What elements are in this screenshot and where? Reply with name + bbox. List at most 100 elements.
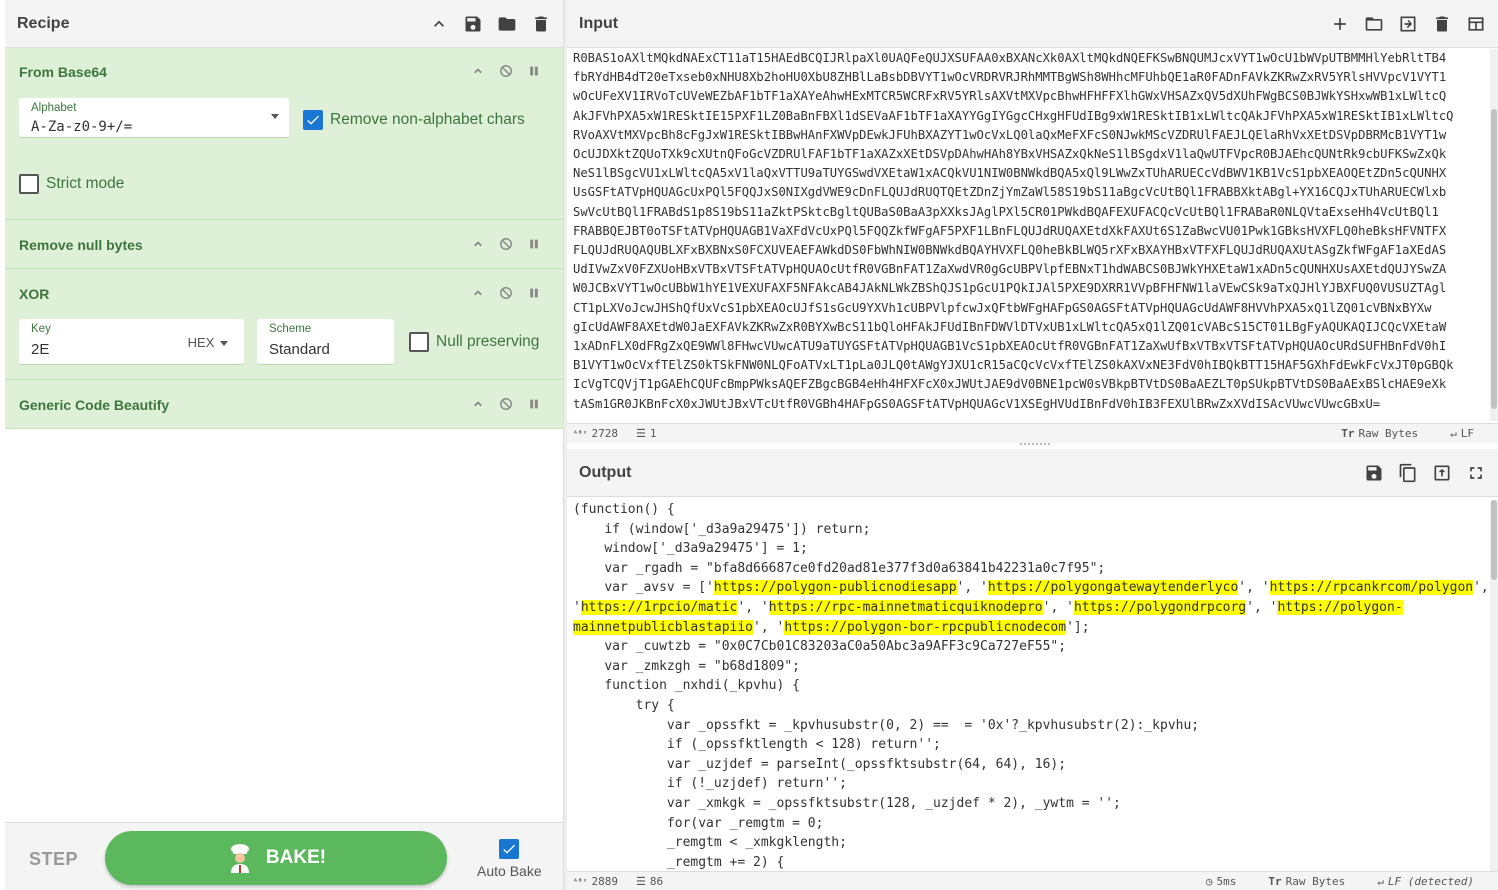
maximise-output-icon[interactable] bbox=[1466, 463, 1486, 483]
input-eol-selector[interactable]: ↵ LF bbox=[1450, 427, 1474, 440]
collapse-all-icon[interactable] bbox=[429, 14, 449, 34]
char-count: ᴬᴮᶜ 2889 bbox=[573, 875, 618, 888]
load-recipe-folder-icon[interactable] bbox=[497, 14, 517, 34]
highlighted-url: mainnetpublicblastapiio bbox=[573, 619, 754, 635]
disable-operation-icon[interactable] bbox=[499, 397, 513, 411]
strict-mode-checkbox[interactable]: Strict mode bbox=[19, 174, 124, 194]
output-code-line: if (_opssfktlength < 128) return''; bbox=[573, 735, 1490, 755]
remove-non-alphabet-checkbox[interactable]: Remove non-alphabet chars bbox=[303, 110, 525, 130]
xor-key-input[interactable]: Key 2E HEX bbox=[19, 319, 244, 365]
code-text: ', ' bbox=[956, 580, 988, 596]
highlighted-url: https://polygongatewaytenderlyco bbox=[987, 580, 1239, 596]
pause-breakpoint-icon[interactable] bbox=[527, 397, 541, 411]
step-button[interactable]: STEP bbox=[29, 849, 78, 870]
input-line: W0JCBxVYT1wOcUBbW1hYE1VEXUFAXF5NFAkcAB4J… bbox=[573, 281, 1447, 296]
xor-scheme-select[interactable]: Scheme Standard bbox=[257, 319, 394, 365]
input-line: UsGSFtATVpHQUAGcUxPQl5FQQJxS0NIXgdVWE9cD… bbox=[573, 185, 1447, 200]
clear-recipe-trash-icon[interactable] bbox=[531, 14, 551, 34]
input-line: wOcUFeXV1IRVoTcUVeWEZbAF1bTF1aXAYeAhwHEx… bbox=[573, 89, 1447, 104]
code-text: (function() { bbox=[573, 502, 675, 517]
highlighted-url: https://polygon- bbox=[1277, 599, 1403, 615]
highlighted-url: https://rpcankrcom/polygon bbox=[1269, 580, 1474, 596]
eol-arrow-icon: ↵ bbox=[1450, 427, 1457, 440]
auto-bake-checkbox[interactable]: Auto Bake bbox=[477, 839, 542, 879]
code-text: if (_opssfktlength < 128) return''; bbox=[573, 737, 941, 753]
operation-remove-null-bytes[interactable]: Remove null bytes bbox=[5, 220, 563, 269]
pause-breakpoint-icon[interactable] bbox=[527, 286, 541, 300]
dropdown-arrow-icon bbox=[271, 114, 279, 119]
output-scrollbar-thumb[interactable] bbox=[1491, 500, 1497, 580]
input-header: Input bbox=[567, 0, 1498, 48]
operation-title: From Base64 bbox=[19, 64, 107, 80]
text-format-icon: Tr bbox=[1341, 427, 1355, 440]
input-pane: Input R0BAS1oAXltMQkdNAExCT11aT15HAEdBCQ… bbox=[567, 0, 1498, 445]
layout-toggle-icon[interactable] bbox=[1466, 14, 1486, 34]
highlighted-url: https://polygon-publicnodiesapp bbox=[713, 580, 957, 596]
code-text: ', ' bbox=[1238, 580, 1270, 596]
operation-generic-code-beautify[interactable]: Generic Code Beautify bbox=[5, 380, 563, 429]
copy-output-icon[interactable] bbox=[1398, 463, 1418, 483]
output-textarea[interactable]: (function() { if (window['_d3a9a29475'])… bbox=[573, 500, 1490, 872]
output-char-count-value: 2889 bbox=[591, 874, 618, 888]
open-folder-icon[interactable] bbox=[1364, 14, 1384, 34]
scheme-label: Scheme bbox=[269, 323, 312, 335]
output-code-line: mainnetpublicblastapiio', 'https://polyg… bbox=[573, 618, 1490, 638]
input-scrollbar[interactable] bbox=[1490, 49, 1498, 421]
output-scrollbar[interactable] bbox=[1490, 500, 1498, 871]
disable-operation-icon[interactable] bbox=[499, 286, 513, 300]
input-scrollbar-thumb[interactable] bbox=[1491, 109, 1497, 409]
disable-operation-icon[interactable] bbox=[499, 64, 513, 78]
clear-input-trash-icon[interactable] bbox=[1432, 14, 1452, 34]
controls-bar: STEP BAKE! Auto Bake bbox=[5, 822, 563, 890]
disable-operation-icon[interactable] bbox=[499, 237, 513, 251]
output-eol-selector[interactable]: ↵ LF (detected) bbox=[1377, 875, 1474, 888]
cyberchef-app: Recipe From Base64 Alphabet A-Za-z0-9+/=… bbox=[0, 0, 1498, 890]
operation-xor[interactable]: XOR Key 2E HEX Scheme Standard Null pres… bbox=[5, 269, 563, 380]
chevron-up-icon[interactable] bbox=[471, 237, 485, 251]
lines-icon: ☰ bbox=[635, 874, 646, 888]
recipe-pane: Recipe From Base64 Alphabet A-Za-z0-9+/=… bbox=[5, 0, 563, 890]
highlighted-url: https://rpc-mainnetmaticquiknodepro bbox=[768, 599, 1043, 615]
pause-breakpoint-icon[interactable] bbox=[527, 64, 541, 78]
input-textarea[interactable]: R0BAS1oAXltMQkdNAExCT11aT15HAEdBCQIJRlpa… bbox=[573, 49, 1490, 421]
add-input-tab-icon[interactable] bbox=[1330, 14, 1350, 34]
save-recipe-icon[interactable] bbox=[463, 14, 483, 34]
code-text: for(var _remgtm = 0; bbox=[573, 815, 824, 831]
recipe-header: Recipe bbox=[5, 0, 563, 48]
code-text: _remgtm < _xmkgklength; bbox=[573, 835, 847, 851]
input-line-count-value: 1 bbox=[649, 427, 657, 440]
chevron-up-icon[interactable] bbox=[471, 286, 485, 300]
output-encoding-selector[interactable]: Tr Raw Bytes bbox=[1268, 875, 1345, 888]
checkbox-checked-icon bbox=[499, 839, 520, 859]
input-line: RVoAXVtMXVpcBh8cFgJxW1RESktIBBwHAnFXWVpD… bbox=[573, 127, 1447, 142]
code-text: ', ' bbox=[753, 619, 785, 635]
operation-title: Remove null bytes bbox=[19, 237, 143, 253]
output-code-line: 'https://1rpcio/matic', 'https://rpc-mai… bbox=[573, 598, 1490, 618]
output-code-line: for(var _remgtm = 0; bbox=[573, 814, 1490, 834]
null-preserving-checkbox[interactable]: Null preserving bbox=[409, 332, 539, 352]
output-pane: Output (function() { if (window['_d3a9a2… bbox=[567, 449, 1498, 890]
output-code-line: window['_d3a9a29475'] = 1; bbox=[573, 539, 1490, 559]
key-format-dropdown[interactable]: HEX bbox=[188, 335, 228, 350]
null-preserving-label: Null preserving bbox=[436, 333, 540, 350]
input-encoding-selector[interactable]: Tr Raw Bytes bbox=[1341, 427, 1418, 440]
bake-time-value: 5ms bbox=[1216, 874, 1237, 888]
save-output-icon[interactable] bbox=[1364, 463, 1384, 483]
highlighted-url: https://1rpcio/matic bbox=[580, 599, 738, 615]
input-line: R0BAS1oAXltMQkdNAExCT11aT15HAEdBCQIJRlpa… bbox=[573, 51, 1447, 65]
key-label: Key bbox=[31, 323, 51, 335]
alphabet-select[interactable]: Alphabet A-Za-z0-9+/= bbox=[19, 98, 289, 138]
input-line: IcVgTCQVjT1pGAEhCQUFcBmpPWksAQEFZBgcBGB4… bbox=[573, 377, 1447, 392]
text-format-icon: Tr bbox=[1268, 874, 1282, 888]
chevron-up-icon[interactable] bbox=[471, 64, 485, 78]
bake-button[interactable]: BAKE! bbox=[105, 831, 447, 885]
replace-input-icon[interactable] bbox=[1432, 463, 1452, 483]
output-code-line: try { bbox=[573, 696, 1490, 716]
operation-from-base64[interactable]: From Base64 Alphabet A-Za-z0-9+/= Remove… bbox=[5, 48, 563, 220]
open-file-icon[interactable] bbox=[1398, 14, 1418, 34]
chevron-up-icon[interactable] bbox=[471, 397, 485, 411]
pause-breakpoint-icon[interactable] bbox=[527, 237, 541, 251]
code-text: var _opssfkt = _kpvhusubstr(0, 2) == = '… bbox=[573, 717, 1200, 733]
recipe-drop-area[interactable] bbox=[5, 430, 563, 822]
input-line: B1VYT1wOcVxfTElZS0kTSkFNW0NLQFoATVxLT1pL… bbox=[573, 358, 1454, 373]
